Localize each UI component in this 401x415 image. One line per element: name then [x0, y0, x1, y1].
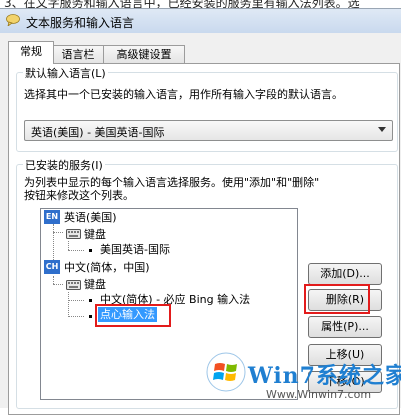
installed-services-label: 已安装的服务(I)	[23, 157, 105, 173]
speech-bubble-icon	[6, 14, 20, 26]
highlight-box-remove-button	[304, 284, 370, 314]
tab-advanced-key-settings[interactable]: 高级键设置	[103, 45, 185, 63]
add-button[interactable]: 添加(D)...	[308, 263, 382, 285]
chevron-down-icon	[378, 127, 386, 132]
caption-strip: 3、在文字服务和输入语言中，已经安装的服务里有输入法列表。选	[0, 0, 401, 8]
tree-item-us-international[interactable]: 美国英语-国际	[100, 242, 170, 258]
default-language-value: 英语(美国) - 美国英语-国际	[31, 126, 165, 139]
watermark-title: Win7系统之家	[248, 363, 401, 389]
tree-connector	[53, 284, 63, 285]
site-watermark: Win7系统之家 Www.Winwin7.com	[206, 352, 401, 407]
tree-connector	[53, 276, 54, 284]
tree-connector	[68, 292, 69, 317]
tree-connector	[68, 316, 84, 317]
tree-connector	[68, 241, 69, 250]
default-language-label: 默认输入语言(L)	[23, 65, 108, 81]
tree-keyboard-zh[interactable]: 键盘	[84, 277, 106, 293]
tree-bullet	[89, 299, 92, 302]
installed-services-description-1: 为列表中显示的每个输入语言选择服务。使用"添加"和"删除"	[24, 176, 320, 189]
tree-language-en[interactable]: 英语(美国)	[64, 210, 117, 226]
tree-keyboard-en[interactable]: 键盘	[84, 227, 106, 243]
keyboard-icon	[66, 280, 81, 290]
tree-connector	[68, 250, 84, 251]
tree-language-zh[interactable]: 中文(简体，中国)	[64, 260, 150, 276]
tree-bullet	[89, 315, 92, 318]
tree-connector	[53, 224, 54, 260]
highlight-box-selected-ime	[95, 304, 171, 327]
tree-bullet	[89, 249, 92, 252]
default-language-select[interactable]: 英语(美国) - 美国英语-国际	[24, 120, 393, 141]
tab-language-bar[interactable]: 语言栏	[52, 45, 104, 63]
installed-services-description-2: 按钮来修改这个列表。	[24, 189, 134, 202]
keyboard-icon	[66, 229, 81, 239]
properties-button[interactable]: 属性(P)...	[308, 316, 382, 338]
windows-logo-icon	[206, 352, 246, 392]
watermark-url: Www.Winwin7.com	[266, 388, 372, 401]
language-badge-en: EN	[44, 210, 60, 224]
tree-connector	[68, 300, 84, 301]
title-bar[interactable]: 文本服务和输入语言	[0, 9, 401, 33]
caption-fragment: 3、在文字服务和输入语言中，已经安装的服务里有输入法列表。选	[4, 0, 360, 8]
window-title: 文本服务和输入语言	[26, 16, 135, 30]
tree-connector	[53, 232, 63, 233]
tab-general[interactable]: 常规	[8, 41, 54, 64]
default-language-description: 选择其中一个已安装的输入语言，用作所有输入字段的默认语言。	[24, 88, 343, 101]
language-badge-ch: CH	[44, 260, 60, 274]
